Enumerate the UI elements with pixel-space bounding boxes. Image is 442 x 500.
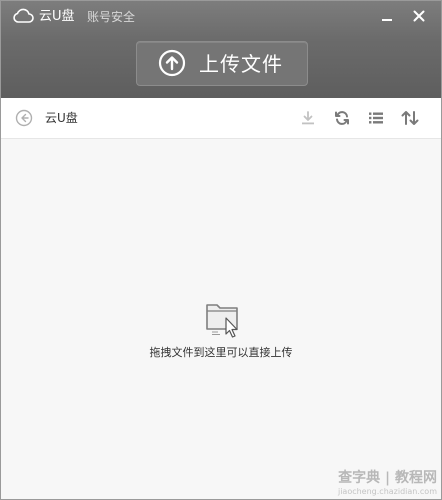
download-button[interactable] xyxy=(298,108,318,128)
watermark-url: jiaocheng.chazidian.com xyxy=(337,487,437,496)
minimize-icon xyxy=(382,19,392,21)
close-button[interactable] xyxy=(408,5,430,27)
sort-button[interactable] xyxy=(400,108,420,128)
upload-file-button[interactable]: 上传文件 xyxy=(136,41,308,86)
watermark-title: 查字典 | 教程网 xyxy=(338,470,437,486)
folder-drop-icon xyxy=(206,304,238,338)
upload-file-label: 上传文件 xyxy=(199,52,283,76)
drop-hint-text: 拖拽文件到这里可以直接上传 xyxy=(149,346,293,359)
cloud-icon xyxy=(13,8,34,23)
drop-zone[interactable]: 拖拽文件到这里可以直接上传 查字典 | 教程网 jiaocheng.chazid… xyxy=(1,139,441,499)
upload-arrow-icon xyxy=(158,49,186,77)
app-window: 云U盘 账号安全 上传文件 云U盘 拖拽文件到这里可以直接上传 查字典 | 教程… xyxy=(0,0,442,500)
list-view-button[interactable] xyxy=(366,108,386,128)
title-bar[interactable]: 云U盘 账号安全 xyxy=(1,1,441,33)
app-title: 云U盘 xyxy=(39,9,75,24)
minimize-button[interactable] xyxy=(376,5,398,27)
back-arrow-icon xyxy=(15,109,33,127)
toolbar: 云U盘 xyxy=(1,98,441,139)
close-icon xyxy=(413,10,425,22)
header: 云U盘 账号安全 上传文件 xyxy=(1,1,441,98)
breadcrumb: 云U盘 xyxy=(45,111,78,125)
watermark: 查字典 | 教程网 jiaocheng.chazidian.com xyxy=(301,469,437,497)
refresh-icon xyxy=(335,111,349,125)
refresh-button[interactable] xyxy=(332,108,352,128)
download-icon xyxy=(302,111,314,125)
back-button[interactable] xyxy=(15,109,33,127)
account-security-link[interactable]: 账号安全 xyxy=(87,8,135,26)
list-view-icon xyxy=(369,112,383,124)
sort-icon xyxy=(401,111,419,125)
